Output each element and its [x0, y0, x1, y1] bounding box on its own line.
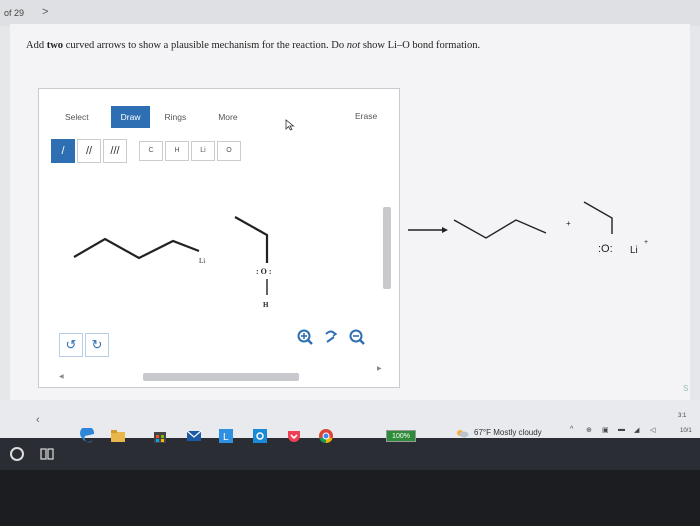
redo-button[interactable]: ↻: [85, 333, 109, 357]
zoom-out-button[interactable]: [345, 325, 369, 349]
double-bond-button[interactable]: //: [77, 139, 101, 163]
question-emphasis-not: not: [346, 40, 361, 51]
zoom-in-icon: [297, 329, 313, 345]
clean-structure-button[interactable]: [319, 325, 343, 349]
screen: of 29 > Add two curved arrows to show a …: [0, 0, 700, 410]
mail-icon[interactable]: [186, 428, 202, 444]
single-bond-button[interactable]: /: [51, 139, 75, 163]
atom-c-button[interactable]: C: [139, 141, 163, 161]
butane-product: [453, 219, 547, 239]
task-view-icon[interactable]: [40, 447, 54, 461]
zoom-level-badge: 100%: [386, 430, 416, 442]
undo-icon: ↺: [65, 337, 77, 352]
chrome-icon[interactable]: [318, 428, 334, 444]
top-bar: of 29 >: [0, 0, 700, 26]
weather-cloud-icon: [457, 430, 469, 438]
taskbar-apps: L: [0, 424, 350, 448]
svg-text:L: L: [223, 432, 229, 443]
zoom-in-button[interactable]: [293, 325, 317, 349]
clock-date[interactable]: 10/1: [680, 428, 692, 434]
undo-button[interactable]: ↺: [59, 333, 83, 357]
pocket-icon[interactable]: [286, 428, 302, 444]
start-button[interactable]: [10, 447, 24, 461]
li-label[interactable]: Li: [199, 257, 205, 265]
network-icon[interactable]: ⊕: [586, 426, 596, 436]
atom-buttons: C H Li O: [139, 141, 243, 161]
tab-rings[interactable]: Rings: [154, 106, 196, 128]
question-instruction: Add two curved arrows to show a plausibl…: [26, 40, 481, 51]
erase-button[interactable]: Erase: [355, 111, 377, 121]
speaker-icon[interactable]: ◁: [650, 426, 660, 436]
mouse-cursor-icon: [285, 119, 295, 131]
outlook-icon[interactable]: [252, 428, 268, 444]
isopropanol-skeleton[interactable]: [234, 216, 269, 263]
store-icon[interactable]: [152, 428, 168, 444]
zoom-out-icon: [349, 329, 365, 345]
battery-icon[interactable]: ▬: [618, 426, 628, 436]
reaction-products: + :O: Li +: [408, 201, 648, 256]
lithium-cation: Li: [630, 245, 638, 256]
scroll-right-icon[interactable]: ▶: [377, 365, 382, 372]
scroll-left-icon[interactable]: ◀: [59, 373, 64, 380]
edge-icon[interactable]: [80, 428, 96, 444]
tab-more[interactable]: More: [208, 106, 247, 128]
page-counter: of 29: [4, 8, 25, 18]
butyllithium-skeleton[interactable]: [73, 237, 200, 260]
next-question-button[interactable]: >: [42, 6, 48, 18]
history-buttons: ↺ ↻: [59, 333, 111, 357]
atom-h-button[interactable]: H: [165, 141, 189, 161]
wifi-icon[interactable]: ◢: [634, 426, 644, 436]
isopropoxide-skeleton: [583, 201, 613, 234]
editor-tabs: Select Draw Rings More: [55, 106, 252, 128]
clean-structure-icon: [325, 330, 338, 343]
tab-select[interactable]: Select: [55, 106, 99, 128]
vertical-scrollbar[interactable]: [383, 207, 391, 289]
oxygen-label[interactable]: : O :: [256, 267, 272, 276]
chevron-up-icon[interactable]: ^: [570, 426, 580, 436]
atom-o-button[interactable]: O: [217, 141, 241, 161]
cation-charge: +: [644, 239, 648, 246]
triple-bond-button[interactable]: ///: [103, 139, 127, 163]
structure-editor[interactable]: Select Draw Rings More Erase / // /// C …: [38, 88, 400, 388]
weather-text[interactable]: 67°F Mostly cloudy: [474, 428, 542, 437]
launcher-l-icon[interactable]: L: [218, 428, 234, 444]
horizontal-scrollbar[interactable]: [143, 373, 299, 381]
reaction-arrowhead: [442, 227, 448, 233]
zoom-buttons: [293, 325, 371, 349]
app-tray-icon[interactable]: ▣: [602, 426, 612, 436]
alkoxide-oxygen: :O:: [598, 243, 613, 255]
redo-icon: ↻: [91, 337, 103, 352]
bond-buttons: / // ///: [51, 139, 129, 163]
system-tray: ^ ⊕ ▣ ▬ ◢ ◁: [570, 426, 666, 436]
clock-time[interactable]: 3:1: [678, 413, 686, 419]
file-explorer-icon[interactable]: [110, 428, 126, 444]
question-emphasis-two: two: [46, 40, 64, 51]
hydrogen-label[interactable]: H: [263, 301, 269, 309]
plus-sign: +: [566, 219, 571, 228]
atom-li-button[interactable]: Li: [191, 141, 215, 161]
side-panel-label: S: [683, 384, 689, 393]
tab-draw[interactable]: Draw: [110, 106, 151, 128]
